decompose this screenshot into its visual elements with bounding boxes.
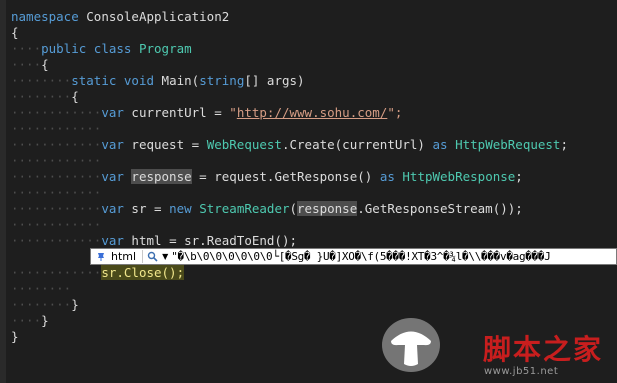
operator: = <box>169 233 177 248</box>
code-line-blank[interactable]: ········ <box>11 281 71 297</box>
indent-guide: ············ <box>11 217 102 232</box>
keyword: class <box>93 41 132 56</box>
indent-guide: ············ <box>11 153 102 168</box>
keyword: as <box>379 169 395 184</box>
indent-guide: ············ <box>11 105 102 120</box>
url-link[interactable]: http://www.sohu.com/ <box>237 105 388 120</box>
code-line-brace[interactable]: ····{ <box>11 57 49 73</box>
keyword: namespace <box>11 9 79 24</box>
indent-guide: ········ <box>11 297 72 312</box>
code-line-request[interactable]: ············var request = WebRequest.Cre… <box>11 137 568 153</box>
keyword: var <box>101 105 124 120</box>
type-name: WebRequest <box>206 137 282 152</box>
semicolon: ; <box>515 169 523 184</box>
keyword: var <box>101 233 124 248</box>
paren: ( <box>289 201 298 216</box>
type-name: StreamReader <box>199 201 290 216</box>
indent-guide: ············ <box>11 121 102 136</box>
code-line-main[interactable]: ········static void Main(string[] args) <box>11 73 305 89</box>
code-line-brace[interactable]: ····} <box>11 313 49 329</box>
code-line-blank[interactable]: ············ <box>11 121 101 137</box>
datatip-value: "�\b\0\0\0\0\0\0└[�Sg� }U�]XO�\f(5���!XT… <box>171 250 551 263</box>
method-call: .GetResponseStream()); <box>357 201 523 216</box>
divider <box>142 250 144 263</box>
code-line-blank[interactable]: ············ <box>11 217 101 233</box>
variable: html <box>131 233 162 248</box>
keyword: new <box>169 201 192 216</box>
brace: { <box>71 89 79 104</box>
code-line-current-statement[interactable]: ············sr.Close(); <box>11 265 185 281</box>
mushroom-logo-icon <box>382 318 440 372</box>
operator: = <box>191 137 200 152</box>
params: [] args) <box>244 73 305 88</box>
code-line-blank[interactable]: ············ <box>11 153 101 169</box>
keyword: string <box>199 73 245 88</box>
indent-guide: ············ <box>11 201 102 216</box>
brace: } <box>71 297 79 312</box>
datatip-variable-name: html <box>111 250 137 263</box>
operator: = <box>199 169 207 184</box>
code-line-blank[interactable]: ············ <box>11 185 101 201</box>
method-name: Main <box>161 73 192 88</box>
indent-guide: ············ <box>11 233 102 248</box>
watermark-text: 脚本之家 <box>483 333 604 366</box>
indent-guide: ········ <box>11 281 72 296</box>
indent-guide: ········ <box>11 89 72 104</box>
semicolon: ; <box>560 137 568 152</box>
method-call: request.GetResponse() <box>214 169 373 184</box>
watermark-url: www.jb51.net <box>484 366 559 377</box>
operator: = <box>214 105 222 120</box>
namespace-name: ConsoleApplication2 <box>86 9 230 24</box>
indent-guide: ············ <box>11 185 102 200</box>
code-line-brace[interactable]: } <box>11 329 19 345</box>
method-call: sr.ReadToEnd(); <box>184 233 298 248</box>
code-line-response[interactable]: ············var response = request.GetRe… <box>11 169 523 185</box>
variable-highlighted: response <box>131 169 192 184</box>
code-line-brace[interactable]: ········{ <box>11 89 79 105</box>
string: " <box>229 105 237 120</box>
editor-gutter <box>0 0 6 383</box>
indent-guide: ············ <box>11 137 102 152</box>
keyword: var <box>101 201 124 216</box>
brace: { <box>41 57 49 72</box>
code-line-namespace[interactable]: namespace ConsoleApplication2 <box>11 9 229 25</box>
code-line-currenturl[interactable]: ············var currentUrl = "http://www… <box>11 105 402 121</box>
keyword: var <box>101 137 124 152</box>
indent-guide: ···· <box>11 57 42 72</box>
brace: } <box>41 313 49 328</box>
string: "; <box>387 105 403 120</box>
operator: = <box>154 201 162 216</box>
keyword: var <box>101 169 124 184</box>
variable: currentUrl <box>131 105 207 120</box>
method-call: .Create(currentUrl) <box>281 137 425 152</box>
visualizer-dropdown-icon[interactable]: ▼ <box>162 252 168 261</box>
indent-guide: ········ <box>11 73 72 88</box>
watermark: 脚本之家 www.jb51.net <box>380 310 617 383</box>
keyword: as <box>432 137 448 152</box>
type-name: HttpWebRequest <box>455 137 561 152</box>
current-statement: sr.Close(); <box>101 265 185 280</box>
magnifier-icon[interactable] <box>146 250 159 263</box>
code-line-html[interactable]: ············var html = sr.ReadToEnd(); <box>11 233 297 249</box>
class-name: Program <box>138 41 192 56</box>
indent-guide: ············ <box>11 265 102 280</box>
variable-highlighted: response <box>297 201 358 216</box>
indent-guide: ············ <box>11 169 102 184</box>
debugger-datatip[interactable]: html ▼ "�\b\0\0\0\0\0\0└[�Sg� }U�]XO�\f(… <box>90 248 617 265</box>
variable: sr <box>131 201 147 216</box>
indent-guide: ···· <box>11 313 42 328</box>
code-line-streamreader[interactable]: ············var sr = new StreamReader(re… <box>11 201 523 217</box>
code-line-brace[interactable]: { <box>11 25 19 41</box>
keyword: static <box>71 73 117 88</box>
keyword: public <box>41 41 87 56</box>
type-name: HttpWebResponse <box>402 169 516 184</box>
pin-icon[interactable] <box>94 250 108 264</box>
code-line-brace[interactable]: ········} <box>11 297 79 313</box>
code-line-class[interactable]: ····public class Program <box>11 41 192 57</box>
indent-guide: ···· <box>11 41 42 56</box>
keyword: void <box>123 73 155 88</box>
variable: request <box>131 137 185 152</box>
